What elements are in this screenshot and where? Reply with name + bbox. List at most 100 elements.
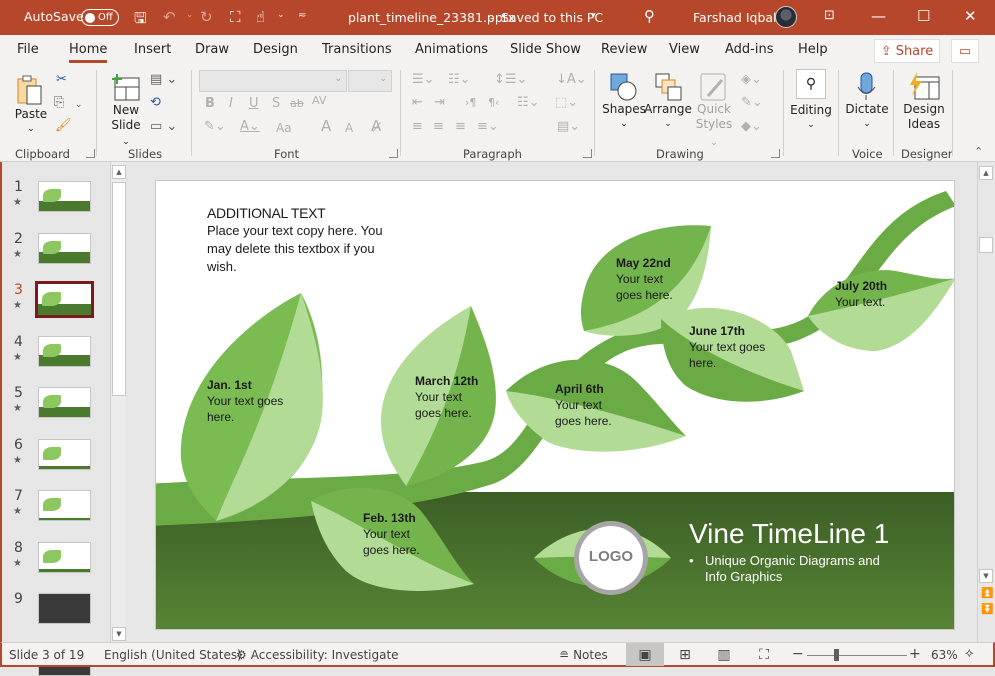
- scroll-up-icon[interactable]: ▲: [112, 165, 126, 179]
- tab-add-ins[interactable]: Add-ins: [725, 42, 773, 57]
- shadow-button[interactable]: S: [272, 97, 280, 111]
- decrease-indent-icon[interactable]: ⇤: [412, 96, 423, 110]
- align-right-icon[interactable]: ≡: [455, 120, 466, 134]
- zoom-in-button[interactable]: +: [909, 646, 921, 662]
- rtl-icon[interactable]: ¶‹: [488, 96, 499, 110]
- paste-button[interactable]: Paste ⌄: [14, 73, 48, 137]
- increase-indent-icon[interactable]: ⇥: [434, 96, 445, 110]
- scroll-thumb[interactable]: [979, 237, 993, 253]
- scroll-up-icon[interactable]: ▲: [979, 166, 993, 180]
- justify-icon[interactable]: ≡⌄: [477, 120, 499, 134]
- previous-slide-icon[interactable]: ⏫: [981, 587, 993, 601]
- save-status-dropdown-icon[interactable]: ▾: [591, 11, 596, 21]
- arrange-button[interactable]: Arrange ⌄: [644, 72, 692, 132]
- redo-icon[interactable]: ↻: [200, 8, 213, 26]
- slide-bullet[interactable]: • Unique Organic Diagrams and Info Graphi…: [689, 553, 889, 585]
- align-text-icon[interactable]: ⬚⌄: [555, 96, 578, 110]
- slide-thumbnail[interactable]: [38, 490, 91, 521]
- milestone-may[interactable]: May 22nd Your text goes here.: [616, 255, 686, 303]
- user-name[interactable]: Farshad Iqbal: [693, 10, 777, 25]
- italic-button[interactable]: I: [229, 97, 233, 111]
- dictate-button[interactable]: Dictate ⌄: [845, 72, 889, 132]
- customize-qat-icon[interactable]: ≂: [298, 10, 306, 21]
- drawing-dialog-launcher[interactable]: [771, 149, 780, 158]
- align-left-icon[interactable]: ≡: [412, 120, 423, 134]
- tab-view[interactable]: View: [669, 42, 700, 57]
- paragraph-dialog-launcher[interactable]: [583, 149, 592, 158]
- tab-animations[interactable]: Animations: [415, 42, 488, 57]
- tab-design[interactable]: Design: [253, 42, 298, 57]
- slide-thumbnail[interactable]: [38, 181, 91, 212]
- highlight-color-icon[interactable]: ✎⌄: [204, 120, 226, 134]
- collapse-ribbon-icon[interactable]: ⌃: [974, 145, 983, 159]
- line-spacing-icon[interactable]: ↕☰⌄: [494, 73, 527, 87]
- tab-slide-show[interactable]: Slide Show: [510, 42, 581, 57]
- zoom-slider-track[interactable]: [807, 655, 907, 656]
- accessibility-checker[interactable]: ⚙ Accessibility: Investigate: [236, 648, 399, 662]
- layout-icon[interactable]: ▤ ⌄: [150, 73, 177, 87]
- slide-thumbnail[interactable]: [38, 387, 91, 418]
- tab-draw[interactable]: Draw: [195, 42, 229, 57]
- zoom-level[interactable]: 63%: [931, 648, 958, 662]
- share-button[interactable]: ⇪ Share: [874, 39, 940, 63]
- thumbnails-scrollbar[interactable]: ▲ ▼: [110, 162, 126, 642]
- slide-thumbnail[interactable]: [38, 438, 91, 470]
- ribbon-display-icon[interactable]: ⊡: [824, 8, 835, 23]
- additional-text-body[interactable]: Place your text copy here. You may delet…: [207, 222, 407, 276]
- next-slide-icon[interactable]: ⏬: [981, 603, 993, 617]
- undo-icon[interactable]: ↶: [163, 8, 176, 26]
- bold-button[interactable]: B: [205, 97, 215, 111]
- milestone-april[interactable]: April 6th Your text goes here.: [555, 381, 625, 429]
- slide-canvas[interactable]: ADDITIONAL TEXT Place your text copy her…: [155, 180, 955, 630]
- text-direction-icon[interactable]: ↓A⌄: [556, 73, 587, 87]
- tab-home[interactable]: Home: [69, 42, 108, 63]
- close-icon[interactable]: ✕: [964, 7, 977, 25]
- tab-review[interactable]: Review: [601, 42, 647, 57]
- shapes-button[interactable]: Shapes ⌄: [602, 72, 646, 132]
- logo-text[interactable]: LOGO: [581, 549, 641, 565]
- maximize-icon[interactable]: ☐: [917, 7, 930, 25]
- ltr-icon[interactable]: ›¶: [465, 96, 476, 110]
- bullets-icon[interactable]: ☰⌄: [412, 73, 435, 87]
- decrease-font-size-button[interactable]: A: [345, 121, 353, 135]
- slide-scrollbar[interactable]: ▲ ▼ ⏫ ⏬: [977, 162, 993, 642]
- tab-help[interactable]: Help: [798, 42, 828, 57]
- strikethrough-button[interactable]: ab: [290, 97, 304, 111]
- underline-button[interactable]: U: [249, 97, 259, 111]
- scroll-thumb[interactable]: [112, 182, 126, 396]
- undo-dropdown-icon[interactable]: ⌄: [186, 10, 194, 20]
- language-indicator[interactable]: English (United States): [104, 648, 242, 662]
- slide-thumbnail[interactable]: [38, 541, 91, 573]
- shape-fill-icon[interactable]: ◈⌄: [741, 73, 762, 87]
- search-icon[interactable]: ⚲: [644, 7, 655, 25]
- reset-slide-icon[interactable]: ⟲: [150, 96, 161, 110]
- milestone-june[interactable]: June 17th Your text goes here.: [689, 323, 784, 371]
- touch-dropdown-icon[interactable]: ⌄: [277, 10, 285, 20]
- font-dialog-launcher[interactable]: [389, 149, 398, 158]
- quick-styles-button[interactable]: Quick Styles ⌄: [692, 72, 736, 151]
- additional-text-title[interactable]: ADDITIONAL TEXT: [207, 204, 407, 222]
- character-spacing-button[interactable]: AV: [312, 94, 326, 108]
- align-center-icon[interactable]: ≡: [433, 120, 444, 134]
- comments-button[interactable]: ▭: [951, 39, 979, 63]
- slide-thumbnail[interactable]: [38, 593, 91, 624]
- clipboard-dialog-launcher[interactable]: [86, 149, 95, 158]
- font-family-select[interactable]: ⌄: [199, 70, 347, 92]
- notes-button[interactable]: ≘ Notes: [559, 648, 608, 662]
- autosave-toggle[interactable]: Off: [81, 9, 119, 26]
- editing-button[interactable]: ⚲ Editing ⌄: [790, 69, 832, 133]
- zoom-out-button[interactable]: −: [792, 646, 804, 662]
- milestone-feb[interactable]: Feb. 13th Your text goes here.: [363, 510, 433, 558]
- milestone-march[interactable]: March 12th Your text goes here.: [415, 373, 485, 421]
- change-case-button[interactable]: Aa: [276, 121, 292, 135]
- avatar[interactable]: [775, 6, 797, 28]
- tab-transitions[interactable]: Transitions: [322, 42, 392, 57]
- milestone-jan[interactable]: Jan. 1st Your text goes here.: [207, 377, 302, 425]
- cut-icon[interactable]: ✂: [56, 73, 67, 87]
- shape-outline-icon[interactable]: ✎⌄: [741, 96, 763, 110]
- slide-thumbnail[interactable]: [35, 281, 94, 318]
- minimize-icon[interactable]: —: [871, 7, 886, 25]
- save-icon[interactable]: 🖫: [134, 8, 147, 33]
- columns-icon[interactable]: ☷⌄: [517, 96, 540, 110]
- slide-thumbnail[interactable]: [38, 335, 91, 367]
